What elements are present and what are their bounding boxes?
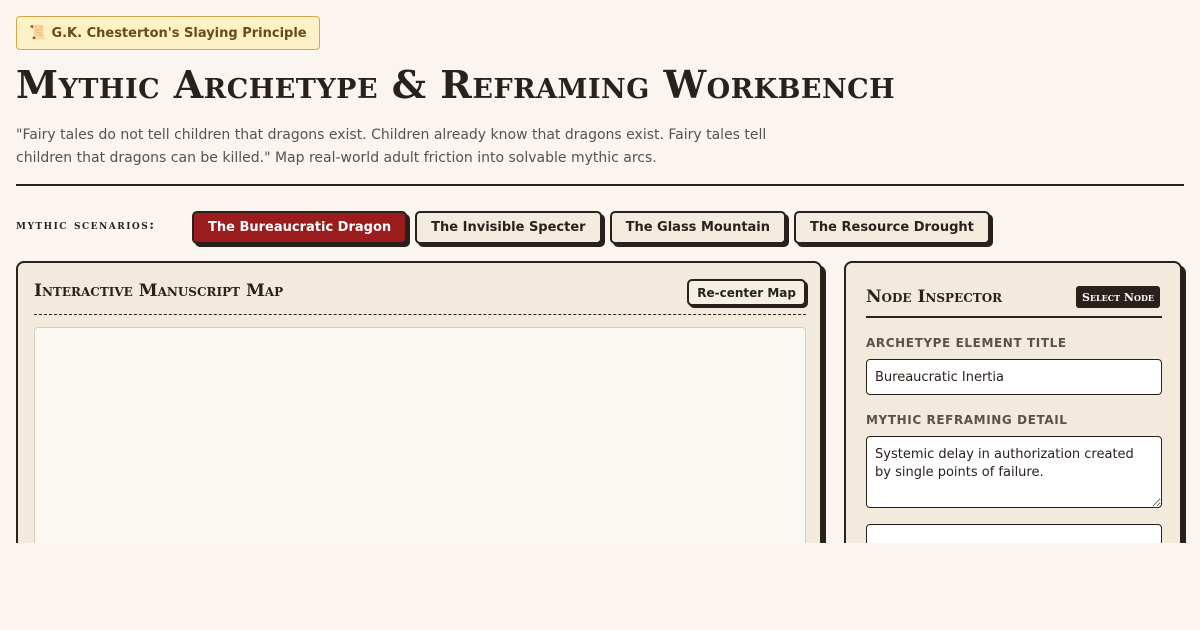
principle-badge-label: G.K. Chesterton's Slaying Principle	[51, 25, 307, 41]
select-node-badge: Select Node	[1076, 286, 1160, 308]
page-title: Mythic Archetype & Reframing Workbench	[16, 62, 896, 107]
element-title-input[interactable]	[866, 359, 1162, 395]
tab-glass-mountain[interactable]: The Glass Mountain	[609, 211, 787, 244]
inspector-header: Node Inspector Select Node	[866, 283, 1162, 318]
inspector-title: Node Inspector	[866, 287, 1003, 307]
principle-badge: 📜 G.K. Chesterton's Slaying Principle	[16, 16, 320, 50]
reframing-detail-textarea[interactable]: Systemic delay in authorization created …	[866, 436, 1162, 508]
scroll-icon: 📜	[29, 25, 47, 41]
tab-invisible-specter[interactable]: The Invisible Specter	[415, 211, 602, 244]
chesterton-quote: "Fairy tales do not tell children that d…	[16, 127, 767, 166]
map-title: Interactive Manuscript Map	[34, 281, 284, 301]
element-title-label: Archetype Element Title	[866, 336, 1067, 350]
scenarios-label: mythic scenarios:	[16, 218, 156, 233]
viewport-bottom-mask	[0, 543, 1200, 630]
header-divider	[16, 184, 1184, 186]
recenter-map-button[interactable]: Re-center Map	[687, 279, 806, 306]
reframing-detail-label: Mythic Reframing Detail	[866, 413, 1068, 427]
scenario-tabs: The Bureaucratic Dragon The Invisible Sp…	[192, 211, 990, 244]
tab-resource-drought[interactable]: The Resource Drought	[794, 211, 990, 244]
map-header: Interactive Manuscript Map Re-center Map	[34, 277, 806, 315]
tab-bureaucratic-dragon[interactable]: The Bureaucratic Dragon	[192, 211, 408, 244]
